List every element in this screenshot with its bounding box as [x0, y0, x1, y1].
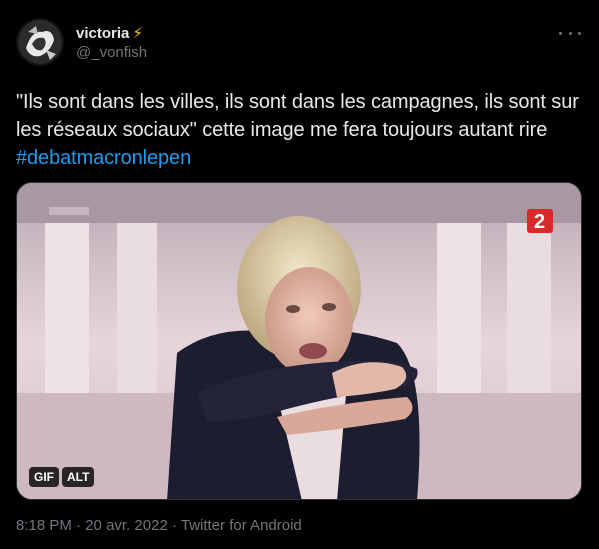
avatar[interactable]: [16, 18, 64, 66]
more-dot: [559, 31, 562, 35]
display-name[interactable]: victoria: [76, 25, 129, 42]
user-handle[interactable]: @_vonfish: [76, 43, 147, 63]
more-dot: [578, 31, 581, 35]
tweet-source[interactable]: Twitter for Android: [181, 517, 302, 534]
more-dot: [568, 31, 572, 35]
more-icon[interactable]: [559, 24, 581, 42]
tweet: victoria ⚡ @_vonfish "Ils sont dans les v…: [0, 0, 599, 549]
media-badges: GIF ALT: [29, 467, 95, 487]
tweet-metadata: 8:18 PM · 20 avr. 2022 · Twitter for And…: [16, 516, 302, 536]
hashtag-link[interactable]: #debatmacronlepen: [16, 147, 191, 169]
gif-frame: 2: [17, 183, 581, 499]
tweet-time[interactable]: 8:18 PM: [16, 517, 72, 534]
display-name-row[interactable]: victoria ⚡: [76, 24, 147, 43]
user-info: victoria ⚡ @_vonfish: [76, 24, 147, 63]
meta-separator: ·: [171, 517, 177, 534]
channel-logo-text: 2: [534, 211, 545, 233]
tweet-text: "Ils sont dans les villes, ils sont dans…: [16, 88, 582, 172]
tweet-date[interactable]: 20 avr. 2022: [85, 517, 168, 534]
meta-separator: ·: [76, 517, 82, 534]
lightning-icon: ⚡: [132, 25, 143, 42]
gif-badge: GIF: [29, 467, 59, 487]
tweet-body: "Ils sont dans les villes, ils sont dans…: [16, 91, 579, 141]
alt-badge[interactable]: ALT: [62, 467, 95, 487]
gif-media[interactable]: 2 GIF ALT: [16, 182, 582, 500]
